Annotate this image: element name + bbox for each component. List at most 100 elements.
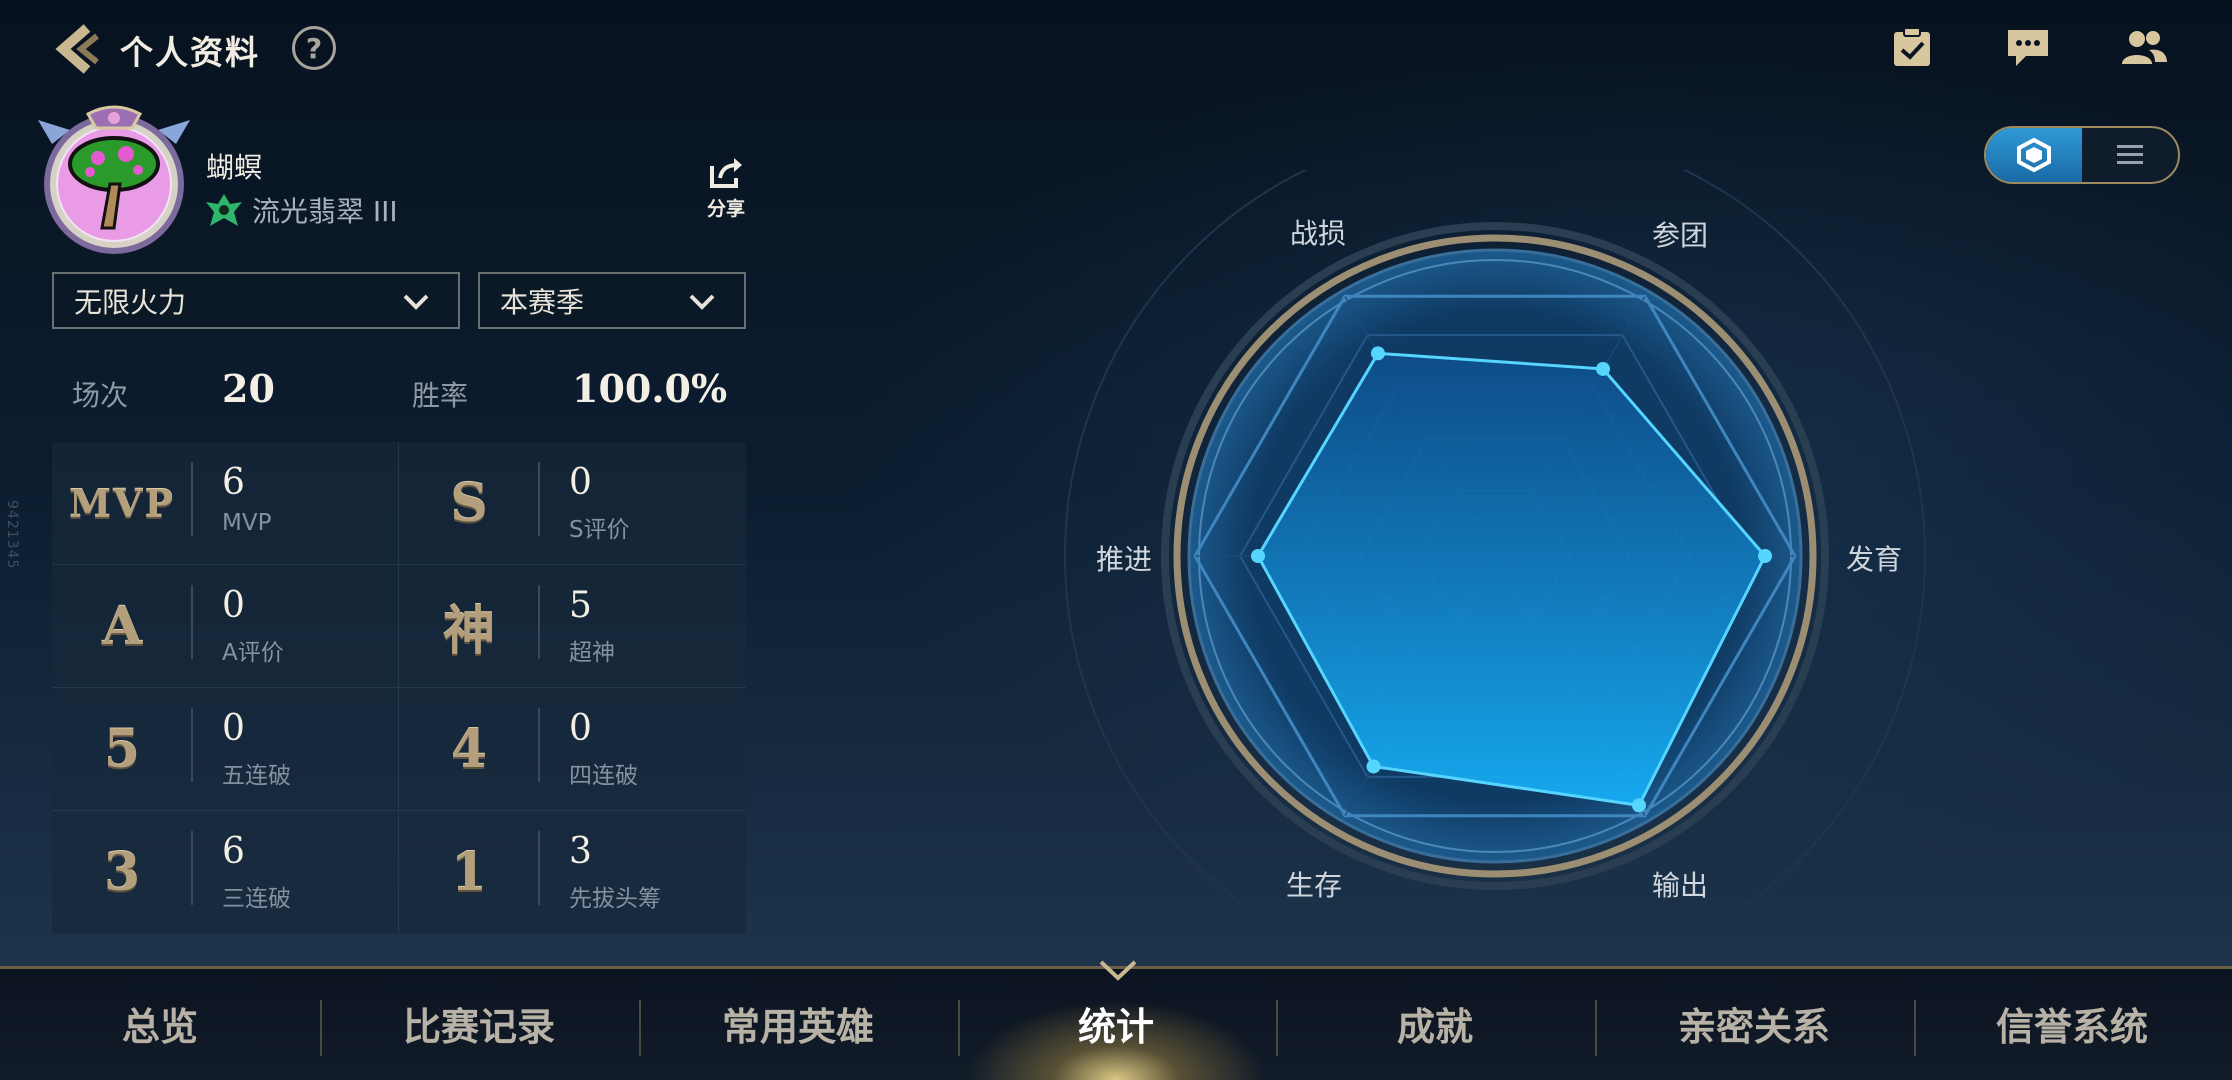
tab-divider bbox=[958, 1000, 960, 1056]
winrate-value: 100.0% bbox=[572, 366, 728, 411]
radar-data-point bbox=[1366, 759, 1381, 774]
stat-value: 0 bbox=[222, 585, 245, 626]
rank-row: 流光翡翠 III bbox=[204, 190, 398, 230]
chat-bubble-icon bbox=[2008, 30, 2048, 66]
tab-divider bbox=[1914, 1000, 1916, 1056]
first-blood-badge-icon: 1 bbox=[450, 841, 488, 903]
stat-cell-quadra-kill: 4 0 四连破 bbox=[399, 688, 746, 811]
radar-data-point bbox=[1251, 549, 1265, 563]
axis-label-shengcun: 生存 bbox=[1286, 869, 1343, 902]
godlike-badge-icon: 神 bbox=[442, 600, 495, 662]
list-icon bbox=[2117, 145, 2143, 164]
axis-label-shuchu: 输出 bbox=[1652, 869, 1709, 902]
stat-label: 超神 bbox=[569, 640, 615, 666]
radar-icon bbox=[2017, 137, 2051, 173]
tab-divider bbox=[320, 1000, 322, 1056]
tab-relationships[interactable]: 亲密关系 bbox=[1604, 966, 1904, 1080]
radar-view-button[interactable] bbox=[1986, 128, 2082, 182]
mvp-badge-icon: MVP bbox=[68, 480, 176, 526]
stats-grid: MVP 6 MVP S 0 S评价 A 0 A评价 神 5 超神 5 0 五连破… bbox=[52, 442, 746, 934]
stat-label: 三连破 bbox=[222, 886, 291, 912]
radar-data-point bbox=[1758, 549, 1772, 563]
stat-cell-triple-kill: 3 6 三连破 bbox=[52, 811, 399, 934]
stat-value: 3 bbox=[569, 831, 592, 872]
s-badge-icon: S bbox=[450, 472, 488, 534]
stat-label: 五连破 bbox=[222, 763, 291, 789]
checklist-icon bbox=[1894, 27, 1930, 66]
radar-data-point bbox=[1371, 346, 1385, 361]
user-id-watermark: 9421345 bbox=[4, 500, 20, 570]
stat-cell-penta-kill: 5 0 五连破 bbox=[52, 688, 399, 811]
share-icon bbox=[710, 158, 742, 188]
winrate-label: 胜率 bbox=[412, 379, 469, 412]
help-button[interactable]: ? bbox=[292, 26, 336, 70]
mode-dropdown[interactable]: 无限火力 bbox=[52, 272, 460, 329]
stat-divider bbox=[538, 831, 540, 905]
view-toggle[interactable] bbox=[1984, 126, 2180, 184]
stat-divider bbox=[538, 462, 540, 536]
stat-divider bbox=[191, 708, 193, 782]
friends-icon bbox=[2122, 31, 2167, 64]
radar-data-point bbox=[1632, 798, 1646, 813]
tab-divider bbox=[1595, 1000, 1597, 1056]
tab-common-heroes[interactable]: 常用英雄 bbox=[648, 966, 948, 1080]
stat-divider bbox=[191, 585, 193, 659]
stat-divider bbox=[191, 831, 193, 905]
axis-label-fayu: 发育 bbox=[1846, 543, 1903, 576]
stat-value: 6 bbox=[222, 831, 245, 872]
axis-label-cantuan: 参团 bbox=[1652, 219, 1709, 252]
stat-label: MVP bbox=[222, 510, 272, 536]
penta-kill-badge-icon: 5 bbox=[103, 718, 141, 780]
avatar-frame bbox=[38, 105, 190, 254]
mode-dropdown-value: 无限火力 bbox=[74, 285, 187, 319]
avatar[interactable] bbox=[34, 100, 194, 260]
season-dropdown-value: 本赛季 bbox=[500, 285, 585, 319]
stat-cell-first-blood: 1 3 先拔头筹 bbox=[399, 811, 746, 934]
tab-divider bbox=[639, 1000, 641, 1056]
radar-chart bbox=[1064, 170, 1926, 910]
stat-cell-a-rating: A 0 A评价 bbox=[52, 565, 399, 688]
stat-cell-godlike: 神 5 超神 bbox=[399, 565, 746, 688]
stat-value: 5 bbox=[569, 585, 592, 626]
share-label: 分享 bbox=[706, 198, 745, 220]
stat-value: 0 bbox=[569, 708, 592, 749]
tab-overview[interactable]: 总览 bbox=[10, 966, 310, 1080]
stat-label: 先拔头筹 bbox=[569, 886, 661, 912]
page-title: 个人资料 bbox=[120, 33, 260, 72]
chevron-down-icon bbox=[689, 294, 715, 310]
tab-statistics[interactable]: 统计 bbox=[966, 966, 1266, 1080]
axis-label-tuijin: 推进 bbox=[1096, 543, 1153, 576]
chevron-down-icon bbox=[403, 294, 429, 310]
rank-emblem-icon bbox=[206, 194, 242, 226]
player-name: 蝴螟 bbox=[206, 151, 263, 184]
matches-label: 场次 bbox=[72, 379, 129, 412]
stat-label: S评价 bbox=[569, 517, 630, 543]
back-arrow-icon bbox=[55, 24, 99, 74]
back-button[interactable] bbox=[48, 20, 108, 78]
share-button[interactable]: 分享 bbox=[696, 156, 756, 221]
tab-divider bbox=[1276, 1000, 1278, 1056]
a-badge-icon: A bbox=[101, 595, 143, 657]
matches-value: 20 bbox=[222, 366, 275, 411]
stat-label: 四连破 bbox=[569, 763, 638, 789]
stat-divider bbox=[191, 462, 193, 536]
stat-cell-mvp: MVP 6 MVP bbox=[52, 442, 399, 565]
stat-cell-s-rating: S 0 S评价 bbox=[399, 442, 746, 565]
tab-achievements[interactable]: 成就 bbox=[1285, 966, 1585, 1080]
list-view-button[interactable] bbox=[2082, 128, 2178, 182]
season-dropdown[interactable]: 本赛季 bbox=[478, 272, 746, 329]
stat-divider bbox=[538, 708, 540, 782]
quadra-kill-badge-icon: 4 bbox=[450, 718, 488, 780]
stat-divider bbox=[538, 585, 540, 659]
tab-match-history[interactable]: 比赛记录 bbox=[329, 966, 629, 1080]
triple-kill-badge-icon: 3 bbox=[103, 841, 141, 903]
chat-button[interactable] bbox=[2002, 24, 2054, 72]
task-checklist-button[interactable] bbox=[1886, 24, 1938, 72]
friends-button[interactable] bbox=[2118, 24, 2170, 72]
radar-data-point bbox=[1596, 361, 1610, 376]
stat-value: 0 bbox=[569, 462, 592, 503]
stat-value: 0 bbox=[222, 708, 245, 749]
stat-label: A评价 bbox=[222, 640, 284, 666]
tab-credit-system[interactable]: 信誉系统 bbox=[1922, 966, 2222, 1080]
stat-value: 6 bbox=[222, 462, 245, 503]
